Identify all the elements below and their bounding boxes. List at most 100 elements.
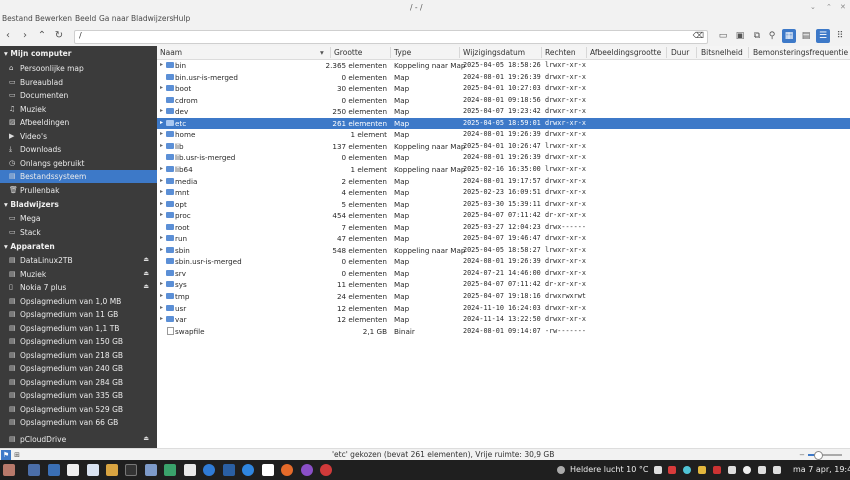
eject-icon[interactable]: ⏏ (143, 256, 149, 263)
column-sample-rate[interactable]: Bemonsteringsfrequentie (753, 48, 848, 57)
sidebar-item-storage[interactable]: ▤ Opslagmedium van 240 GB (0, 362, 157, 375)
text-editor-icon[interactable] (87, 464, 99, 476)
toggle-path-icon[interactable]: ⧉ (750, 29, 764, 43)
clear-icon[interactable]: ⌫ (693, 31, 704, 40)
expand-icon[interactable]: ▸ (160, 315, 163, 322)
expand-icon[interactable]: ▸ (160, 130, 163, 137)
places-toggle-icon[interactable]: ⚑ (1, 450, 11, 460)
document-icon[interactable] (184, 464, 196, 476)
zoom-handle[interactable] (814, 451, 824, 460)
list-view-icon[interactable]: ☰ (816, 29, 830, 43)
file-row-lib[interactable]: ▸ lib 137 elementen Koppeling naar Map 2025-… (157, 141, 850, 153)
column-divider[interactable] (330, 47, 331, 58)
zoom-out-icon[interactable]: − (797, 450, 807, 460)
sidebar-item-storage[interactable]: ▤ Opslagmedium van 1,1 TB (0, 322, 157, 335)
sidebar-item-datalinux2tb[interactable]: ▤ DataLinux2TB ⏏ (0, 254, 157, 267)
compact-view-icon[interactable]: ▤ (799, 29, 813, 43)
microphone-icon[interactable] (145, 464, 157, 476)
tray-icon[interactable] (728, 466, 736, 474)
files-icon[interactable] (48, 464, 60, 476)
file-row-bin[interactable]: ▸ bin 2.365 elementen Koppeling naar Map 202… (157, 60, 850, 72)
eject-icon[interactable]: ⏏ (143, 270, 149, 277)
file-row-sbin-usr-is-merged[interactable]: sbin.usr-is-merged 0 elementen Map 2024-08-… (157, 256, 850, 268)
expand-icon[interactable]: ▸ (160, 211, 163, 218)
file-row-media[interactable]: ▸ media 2 elementen Map 2024-08-01 19:17:57 d… (157, 176, 850, 188)
sidebar-item-mega[interactable]: ▭ Mega (0, 212, 157, 225)
column-divider[interactable] (696, 47, 697, 58)
menu-bladwijzers[interactable]: Bladwijzers (131, 14, 173, 23)
expand-icon[interactable]: ▸ (160, 107, 163, 114)
column-date[interactable]: Wijzigingsdatum (463, 48, 525, 57)
sidebar-item-storage[interactable]: ▤ Opslagmedium van 11 GB (0, 308, 157, 321)
tray-icon[interactable] (698, 466, 706, 474)
document-icon[interactable] (67, 464, 79, 476)
file-row-bin-usr-is-merged[interactable]: bin.usr-is-merged 0 elementen Map 2024-08-0… (157, 72, 850, 84)
sidebar-item-bureaublad[interactable]: ▭ Bureaublad (0, 76, 157, 89)
file-row-sbin[interactable]: ▸ sbin 548 elementen Koppeling naar Map 2025… (157, 245, 850, 257)
sidebar-item-stack[interactable]: ▭ Stack (0, 226, 157, 239)
app-icon[interactable] (203, 464, 215, 476)
firefox-icon[interactable] (281, 464, 293, 476)
file-row-opt[interactable]: ▸ opt 5 elementen Map 2025-03-30 15:39:11 drw… (157, 199, 850, 211)
search-icon[interactable]: ⚲ (765, 29, 779, 43)
file-row-boot[interactable]: ▸ boot 30 elementen Map 2025-04-01 10:27:03 d… (157, 83, 850, 95)
sort-descending-icon[interactable]: ▾ (320, 48, 324, 57)
sidebar-item-persoonlijke-map[interactable]: ⌂ Persoonlijke map (0, 62, 157, 75)
file-row-root[interactable]: root 7 elementen Map 2025-03-27 12:04:23 drw… (157, 222, 850, 234)
column-divider[interactable] (586, 47, 587, 58)
sidebar-item-muziek[interactable]: ♫ Muziek (0, 103, 157, 116)
up-icon[interactable]: ⌃ (36, 30, 48, 41)
column-divider[interactable] (666, 47, 667, 58)
avatar[interactable] (3, 464, 15, 476)
shield-icon[interactable] (743, 466, 751, 474)
sidebar-item-bestandssysteem[interactable]: ▤ Bestandssysteem (0, 170, 157, 183)
sidebar-item-videos[interactable]: ▶ Video's (0, 130, 157, 143)
expand-icon[interactable]: ▸ (160, 177, 163, 184)
file-row-tmp[interactable]: ▸ tmp 24 elementen Map 2025-04-07 19:18:16 dr… (157, 291, 850, 303)
sidebar-item-afbeeldingen[interactable]: ▨ Afbeeldingen (0, 116, 157, 129)
expand-icon[interactable]: ▸ (160, 234, 163, 241)
app-icon[interactable] (164, 464, 176, 476)
sidebar-item-downloads[interactable]: ⤓ Downloads (0, 143, 157, 156)
cloud-icon[interactable] (683, 466, 691, 474)
sidebar-item-muziek-drive[interactable]: ▤ Muziek ⏏ (0, 268, 157, 281)
tray-icon[interactable] (654, 466, 662, 474)
tray-icon[interactable] (713, 466, 721, 474)
mega-icon[interactable] (668, 466, 676, 474)
column-divider[interactable] (390, 47, 391, 58)
file-row-lib64[interactable]: ▸ lib64 1 element Koppeling naar Map 2025-02… (157, 164, 850, 176)
file-row-run[interactable]: ▸ run 47 elementen Map 2025-04-07 19:46:47 dr… (157, 233, 850, 245)
expand-icon[interactable]: ▸ (160, 142, 163, 149)
column-divider[interactable] (459, 47, 460, 58)
location-input[interactable]: / ⌫ (74, 30, 708, 44)
desktop-icon[interactable] (28, 464, 40, 476)
file-row-swapfile[interactable]: swapfile 2,1 GB Binair 2024-08-01 09:14:07-… (157, 326, 850, 338)
expand-icon[interactable]: ▸ (160, 119, 163, 126)
expand-icon[interactable]: ▸ (160, 246, 163, 253)
file-row-proc[interactable]: ▸ proc 454 elementen Map 2025-04-07 07:11:42… (157, 210, 850, 222)
file-row-lib-usr-is-merged[interactable]: lib.usr-is-merged 0 elementen Map 2024-08-0… (157, 152, 850, 164)
sidebar-item-pclouddrive[interactable]: ▤ pCloudDrive ⏏ (0, 433, 157, 446)
expand-icon[interactable]: ▸ (160, 200, 163, 207)
sidebar-item-nokia[interactable]: ▯ Nokia 7 plus ⏏ (0, 281, 157, 294)
file-row-etc[interactable]: ▸ etc 261 elementen Map 2025-04-05 18:59:01 d… (157, 117, 850, 130)
sidebar-item-storage[interactable]: ▤ Opslagmedium van 66 GB (0, 416, 157, 429)
file-row-sys[interactable]: ▸ sys 11 elementen Map 2025-04-07 07:11:42 dr… (157, 279, 850, 291)
sidebar-item-documenten[interactable]: ▭ Documenten (0, 89, 157, 102)
sidebar-item-prullenbak[interactable]: 🗑 Prullenbak (0, 184, 157, 197)
menu-bestand[interactable]: Bestand (2, 14, 33, 23)
sidebar-item-storage[interactable]: ▤ Opslagmedium van 218 GB (0, 349, 157, 362)
photos-icon[interactable] (106, 464, 118, 476)
file-row-mnt[interactable]: ▸ mnt 4 elementen Map 2025-02-23 16:09:51 drw… (157, 187, 850, 199)
weather-text[interactable]: Heldere lucht 10 °C (570, 465, 649, 474)
file-row-usr[interactable]: ▸ usr 12 elementen Map 2024-11-10 16:24:03 dr… (157, 303, 850, 315)
expand-icon[interactable]: ▸ (160, 292, 163, 299)
sidebar-item-onlangs-gebruikt[interactable]: ◷ Onlangs gebruikt (0, 157, 157, 170)
forward-icon[interactable]: › (19, 30, 31, 41)
eject-icon[interactable]: ⏏ (143, 283, 149, 290)
vivaldi-icon[interactable] (320, 464, 332, 476)
file-row-home[interactable]: ▸ home 1 element Map 2024-08-01 19:26:39 drwx… (157, 129, 850, 141)
file-row-dev[interactable]: ▸ dev 250 elementen Map 2025-04-07 19:23:42 d… (157, 106, 850, 118)
eject-icon[interactable]: ⏏ (143, 435, 149, 442)
column-divider[interactable] (541, 47, 542, 58)
